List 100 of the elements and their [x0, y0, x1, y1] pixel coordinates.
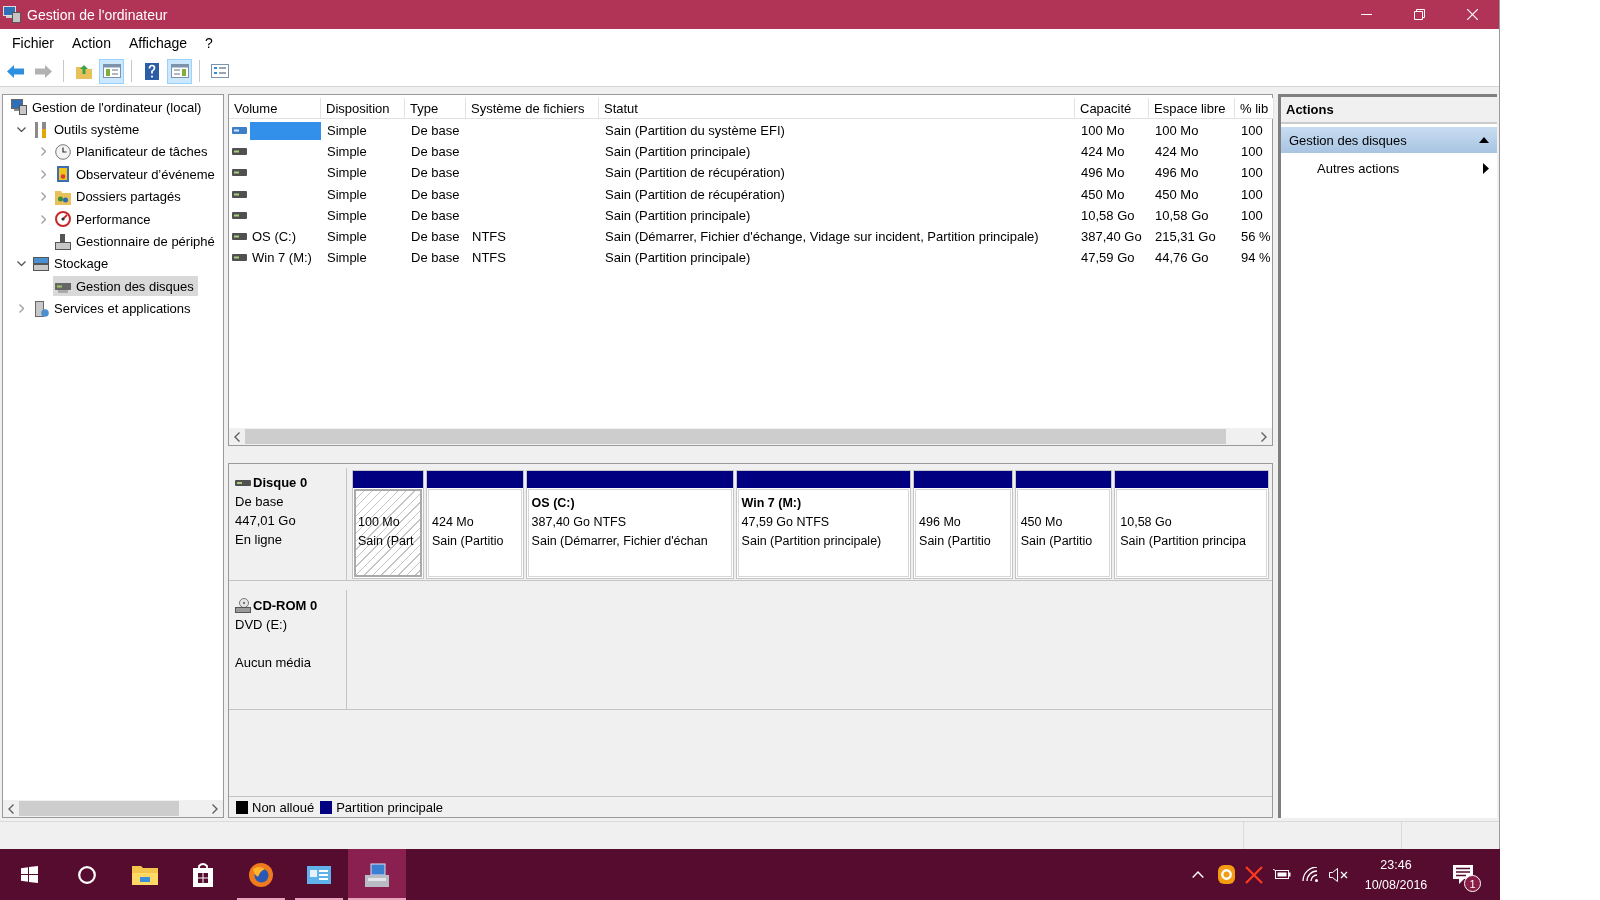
table-cell: 44,76 Go	[1155, 250, 1209, 266]
table-cell: Sain (Partition du système EFI)	[605, 123, 785, 139]
chevron-up-icon[interactable]	[1192, 871, 1204, 878]
table-cell: 100 Mo	[1155, 123, 1199, 139]
scroll-left-icon[interactable]	[8, 803, 14, 814]
tree-item[interactable]: Services et applications	[31, 298, 195, 319]
table-cell: Simple	[327, 229, 367, 245]
table-cell: De base	[411, 144, 460, 160]
disk-name: CD-ROM 0	[253, 597, 318, 615]
disk-type: DVD (E:)	[235, 616, 288, 634]
list-window-icon	[210, 64, 229, 78]
menu-item[interactable]: Affichage	[119, 32, 197, 53]
minimize-icon	[1361, 14, 1372, 15]
menu-item[interactable]: ?	[196, 32, 222, 53]
tree-pane-icon	[102, 64, 121, 78]
tree-item[interactable]: Planificateur de tâches	[53, 141, 212, 162]
scroll-right-icon[interactable]	[212, 803, 218, 814]
partition-status: Sain (Partitio	[919, 533, 992, 550]
tree-item[interactable]: Gestion de l'ordinateur (local)	[9, 97, 206, 118]
disk-partition[interactable]: 100 Mo Sain (Part	[352, 470, 424, 579]
shopping-bag-icon	[193, 862, 213, 887]
table-cell: 100	[1241, 207, 1263, 223]
table-cell: 100	[1241, 144, 1263, 160]
disk-partition[interactable]: 496 Mo Sain (Partitio	[913, 470, 1013, 579]
chevron-down-icon[interactable]	[16, 261, 26, 267]
table-cell: 387,40 Go	[1081, 229, 1142, 245]
table-cell: De base	[411, 165, 460, 181]
cross-icon[interactable]	[1245, 865, 1263, 884]
table-cell: 56 %	[1241, 229, 1271, 245]
clock-icon	[55, 143, 71, 160]
scroll-right-icon[interactable]	[1261, 431, 1267, 442]
show-pane-button[interactable]	[167, 58, 192, 84]
table-cell-text: Win 7 (M:)	[251, 250, 313, 266]
tree-item[interactable]: Gestion des disques	[53, 276, 198, 297]
column-header[interactable]: Volume	[229, 98, 321, 119]
horizontal-scrollbar[interactable]	[229, 428, 1272, 445]
card-window-icon	[307, 865, 331, 884]
partition-size: 387,40 Go NTFS	[531, 514, 628, 531]
disk-partition[interactable]: 450 Mo Sain (Partitio	[1014, 470, 1113, 579]
menu-item[interactable]: Action	[63, 32, 120, 53]
column-header[interactable]: % lib	[1235, 98, 1275, 119]
wifi-icon[interactable]	[1301, 867, 1319, 882]
partition-name: Win 7 (M:)	[741, 495, 803, 512]
table-cell: Simple	[327, 250, 367, 266]
tree-item[interactable]: Outils système	[31, 119, 144, 140]
table-cell: Simple	[327, 123, 367, 139]
scrollbar-thumb[interactable]	[19, 801, 179, 816]
table-cell: 10,58 Go	[1155, 207, 1209, 223]
disk-partition[interactable]: 10,58 Go Sain (Partition principa	[1114, 470, 1269, 579]
computer-icon	[11, 99, 27, 116]
chevron-right-icon[interactable]	[40, 169, 46, 179]
globe-icon	[249, 862, 273, 887]
tree-item[interactable]: Observateur d’événeme	[53, 164, 219, 185]
arrow-right-icon	[35, 64, 52, 78]
action-link[interactable]: Autres actions	[1281, 153, 1497, 183]
table-cell: Simple	[327, 165, 367, 181]
event-log-icon	[55, 166, 71, 183]
scroll-left-icon[interactable]	[234, 431, 240, 442]
chevron-right-icon[interactable]	[40, 214, 46, 224]
chevron-right-icon[interactable]	[40, 147, 46, 157]
disk-partition[interactable]: Win 7 (M:) 47,59 Go NTFS Sain (Partition principale)	[735, 470, 912, 579]
battery-icon[interactable]	[1273, 869, 1291, 880]
folder-up-icon	[75, 63, 92, 79]
column-header[interactable]: Disposition	[321, 98, 405, 119]
tree-item[interactable]: Performance	[53, 209, 155, 230]
table-cell: Simple	[327, 144, 367, 160]
horizontal-scrollbar[interactable]	[3, 800, 223, 817]
chevron-down-icon[interactable]	[16, 127, 26, 133]
column-header[interactable]: Capacité	[1075, 98, 1149, 119]
drive-icon	[235, 479, 251, 486]
column-header[interactable]: Type	[405, 98, 466, 119]
table-cell: 100	[1241, 186, 1263, 202]
clock-date[interactable]: 10/08/2016	[1364, 874, 1428, 895]
table-cell: 100	[1241, 165, 1263, 181]
partition-status: Sain (Démarrer, Fichier d'échan	[531, 533, 709, 550]
tree-item[interactable]: Gestionnaire de périphé	[53, 231, 219, 252]
tree-item[interactable]: Dossiers partagés	[53, 186, 185, 207]
partition-size: 100 Mo	[358, 514, 401, 531]
clock-time[interactable]: 23:46	[1380, 854, 1412, 875]
ring-icon[interactable]	[1217, 865, 1235, 884]
scrollbar-thumb[interactable]	[245, 429, 1226, 444]
section-header[interactable]: Gestion des disques	[1281, 127, 1497, 153]
table-cell: Sain (Partition principale)	[605, 207, 751, 223]
column-header[interactable]: Statut	[599, 98, 1075, 119]
show-tree-button[interactable]	[99, 58, 124, 84]
menu-item[interactable]: Fichier	[3, 32, 63, 53]
tree-item[interactable]: Stockage	[31, 253, 113, 274]
disk-partition[interactable]: 424 Mo Sain (Partitio	[426, 470, 524, 579]
chevron-right-icon[interactable]	[40, 192, 46, 202]
partition-size: 496 Mo	[919, 514, 962, 531]
disk-partition[interactable]: OS (C:) 387,40 Go NTFS Sain (Démarrer, Fichier d'échan	[525, 470, 734, 579]
partition-size: 450 Mo	[1020, 514, 1064, 531]
speaker-muted-icon[interactable]	[1328, 867, 1348, 882]
table-cell: De base	[411, 250, 460, 266]
column-header[interactable]: Espace libre	[1149, 98, 1235, 119]
disk-status: Aucun média	[235, 654, 312, 672]
chevron-right-icon[interactable]	[18, 304, 24, 314]
notification-badge: 1	[1464, 875, 1481, 892]
computer-icon	[3, 6, 21, 23]
column-header[interactable]: Système de fichiers	[466, 98, 599, 119]
